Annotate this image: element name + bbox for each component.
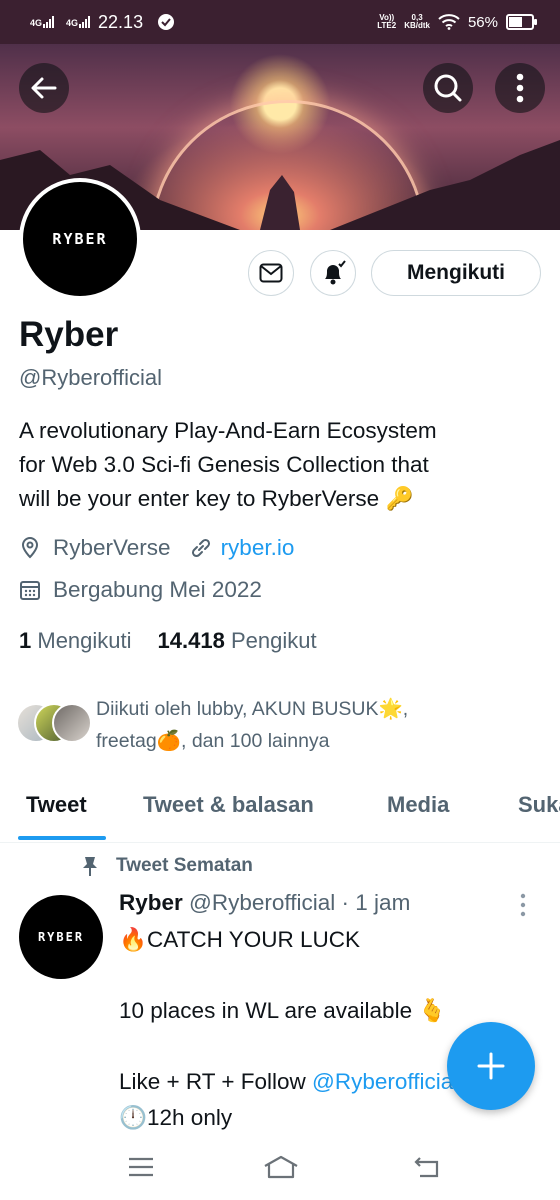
- calendar-icon: [20, 581, 40, 600]
- following-button[interactable]: Mengikuti: [371, 250, 541, 296]
- profile-website-link[interactable]: ryber.io: [221, 535, 295, 561]
- avatar-logo: RYBER: [52, 230, 108, 248]
- profile-handle: @Ryberofficial: [19, 365, 162, 390]
- follower-avatar-3: [52, 703, 92, 743]
- following-stat[interactable]: 1 Mengikuti: [19, 628, 132, 654]
- battery-icon: [506, 14, 537, 30]
- network-type-2: 4G: [66, 18, 79, 28]
- tweet-text-line-4: 🕛12h only: [119, 1105, 233, 1130]
- signal-icon-2: [79, 16, 91, 28]
- more-button[interactable]: [495, 63, 545, 113]
- system-nav-bar: [0, 1140, 560, 1200]
- profile-joined: Bergabung Mei 2022: [53, 577, 262, 602]
- bio-line-2: for Web 3.0 Sci-fi Genesis Collection th…: [19, 452, 429, 477]
- arrow-left-icon: [31, 77, 57, 99]
- location-icon: [21, 536, 39, 559]
- status-bar: 4G 4G 22.13 Vo)) LTE2 0,3 KB/dtk 56%: [0, 0, 560, 44]
- pinned-label: Tweet Sematan: [116, 855, 253, 876]
- profile-location: RyberVerse: [53, 535, 171, 560]
- notification-check-icon: [158, 14, 175, 30]
- back-button[interactable]: [19, 63, 69, 113]
- search-icon: [434, 74, 462, 102]
- active-tab-indicator: [18, 836, 106, 840]
- tab-likes[interactable]: Suka: [518, 792, 560, 818]
- notifications-button[interactable]: [310, 250, 356, 296]
- bio-line-3: will be your enter key to RyberVerse: [19, 486, 380, 511]
- clock: 22.13: [98, 11, 144, 32]
- home-icon[interactable]: [262, 1154, 300, 1180]
- profile-joined-row: Bergabung Mei 2022: [19, 577, 262, 603]
- tweet-author-name[interactable]: Ryber: [119, 890, 183, 915]
- tweet-text-line-2: 10 places in WL are available 🫰: [119, 998, 447, 1023]
- envelope-icon: [259, 263, 283, 283]
- search-button[interactable]: [423, 63, 473, 113]
- battery-percent: 56%: [467, 13, 498, 31]
- link-icon: [191, 538, 210, 558]
- followed-by-line-2: freetag🍊, dan 100 lainnya: [96, 730, 330, 752]
- profile-tabs: Tweet Tweet & balasan Media Suka: [0, 770, 560, 843]
- tweet-more-icon[interactable]: [519, 893, 527, 917]
- tweet-header: Ryber @Ryberofficial · 1 jam: [119, 890, 410, 916]
- followed-by-line-1: Diikuti oleh lubby, AKUN BUSUK🌟,: [96, 698, 409, 720]
- tweet-avatar[interactable]: RYBER: [19, 895, 103, 979]
- menu-icon[interactable]: [127, 1156, 155, 1178]
- follow-stats: 1 Mengikuti 14.418 Pengikut: [19, 628, 317, 654]
- tweet-author-handle[interactable]: @Ryberofficial: [189, 890, 335, 915]
- wifi-icon: [438, 14, 460, 30]
- tweet-time: · 1 jam: [341, 890, 411, 915]
- back-icon[interactable]: [412, 1156, 442, 1180]
- bell-check-icon: [325, 260, 346, 285]
- network-type-1: 4G: [30, 18, 43, 28]
- tab-media[interactable]: Media: [387, 792, 449, 818]
- followers-stat[interactable]: 14.418 Pengikut: [158, 628, 317, 654]
- key-emoji: 🔑: [385, 486, 414, 511]
- volte-indicator: Vo)) LTE2: [377, 13, 397, 30]
- tweet-text-line-3: Like + RT + Follow @Ryberofficial: [119, 1069, 459, 1094]
- followed-by-avatars[interactable]: [16, 703, 96, 743]
- followed-by-text[interactable]: Diikuti oleh lubby, AKUN BUSUK🌟, freetag…: [96, 693, 536, 757]
- more-vertical-icon: [516, 73, 524, 103]
- tweet-mention-link[interactable]: @Ryberofficial: [312, 1069, 458, 1094]
- profile-meta-row: RyberVerse ryber.io: [19, 535, 294, 561]
- bio-line-1: A revolutionary Play-And-Earn Ecosystem: [19, 418, 437, 443]
- compose-tweet-button[interactable]: [447, 1022, 535, 1110]
- tab-tweets-replies[interactable]: Tweet & balasan: [143, 792, 314, 818]
- signal-icon-1: [43, 16, 55, 28]
- profile-bio: A revolutionary Play-And-Earn Ecosystem …: [19, 414, 529, 516]
- pinned-label-row: Tweet Sematan: [80, 855, 253, 877]
- message-button[interactable]: [248, 250, 294, 296]
- plus-icon: [477, 1052, 505, 1080]
- profile-name: Ryber: [19, 315, 119, 354]
- profile-avatar[interactable]: RYBER: [19, 178, 141, 300]
- pin-icon: [83, 857, 97, 876]
- speed-indicator: 0,3 KB/dtk: [404, 13, 430, 30]
- tweet-text-line-1: 🔥CATCH YOUR LUCK: [119, 927, 360, 952]
- tab-tweets[interactable]: Tweet: [26, 792, 87, 818]
- tweet-avatar-logo: RYBER: [37, 930, 85, 944]
